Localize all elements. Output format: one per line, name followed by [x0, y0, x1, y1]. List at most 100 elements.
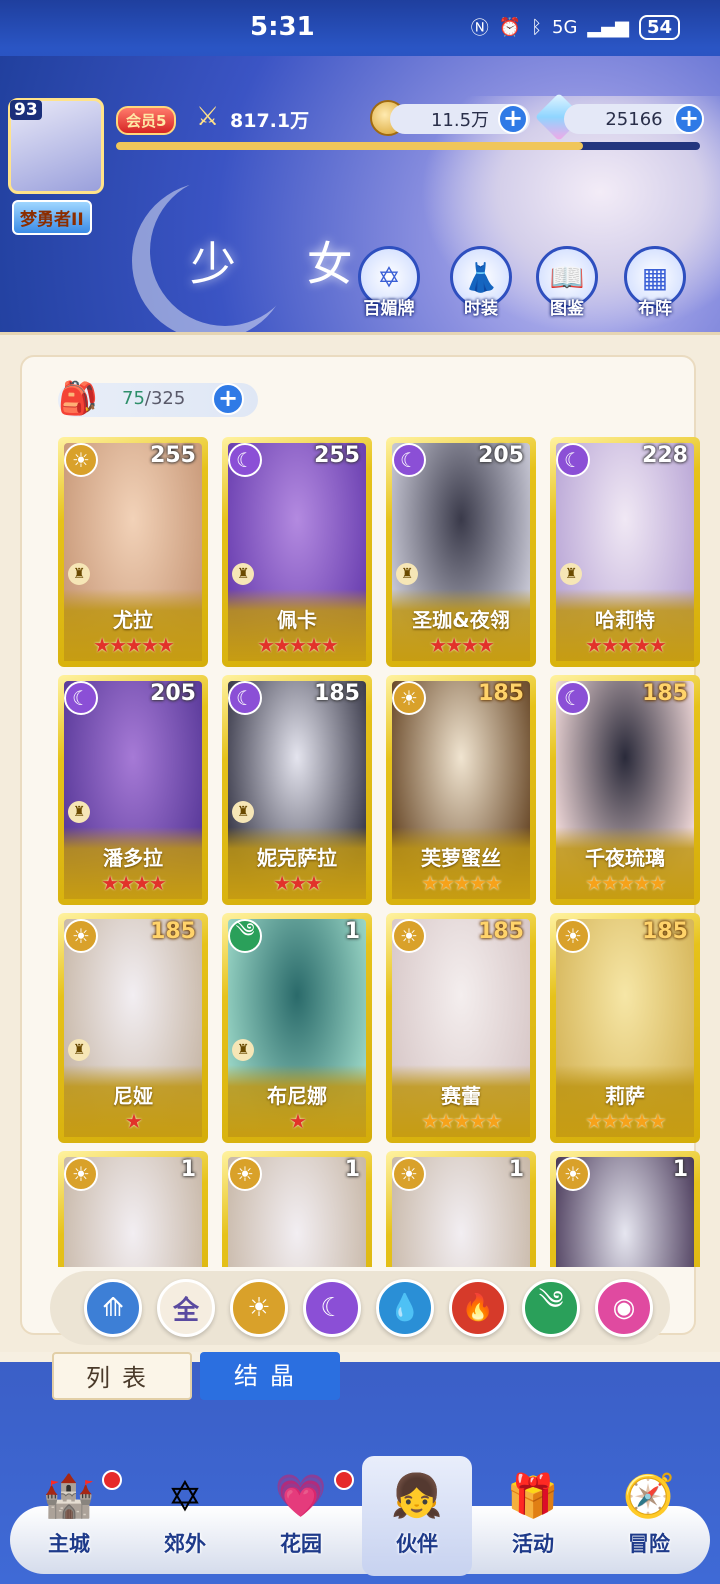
character-name: 妮克萨拉 [257, 846, 337, 870]
character-level: 185 [642, 681, 688, 706]
filter-moon[interactable]: ☾ [303, 1279, 361, 1337]
character-card[interactable]: ☾ 205 ♜ 圣珈&夜翎 ★★★★ [386, 437, 536, 667]
character-level: 228 [642, 443, 688, 468]
sun-element-icon: ☀ [556, 1157, 590, 1191]
character-card[interactable]: ☾ 185 ♜ 妮克萨拉 ★★★ [222, 675, 372, 905]
nav-item-3[interactable]: 👧 伙伴 [362, 1456, 472, 1576]
network-label: 5G [552, 16, 578, 38]
character-card[interactable]: ☀ 185 ♜ 尼娅 ★ [58, 913, 208, 1143]
status-time: 5:31 [250, 12, 315, 42]
character-card[interactable]: ☀ 255 ♜ 尤拉 ★★★★★ [58, 437, 208, 667]
sun-element-icon: ☀ [64, 919, 98, 953]
portal-icon: ✡ [167, 1471, 203, 1521]
wings-icon: ⟰ [102, 1293, 124, 1323]
notification-dot [102, 1470, 122, 1490]
capacity-current: 75 [122, 388, 145, 409]
sun-icon: ☀ [247, 1293, 271, 1323]
character-stars: ★★★★★ [421, 871, 503, 895]
nav-label: 郊外 [164, 1532, 206, 1556]
wind-element-icon: ༄ [228, 918, 262, 953]
character-name: 尼娅 [113, 1084, 153, 1108]
menu-gallery-label: 图鉴 [550, 299, 584, 319]
character-level: 185 [314, 681, 360, 706]
vip-badge[interactable]: 会员5 [116, 106, 177, 135]
character-card[interactable]: ☾ 185 千夜琉璃 ★★★★★ [550, 675, 700, 905]
expand-capacity-button[interactable]: + [212, 383, 244, 415]
bottom-navigation: 🏰 主城 ✡ 郊外 💗 花园 👧 伙伴 🎁 活动 🧭 冒险 [0, 1456, 720, 1584]
character-stars: ★★★★★ [257, 633, 339, 657]
partner-avatar-icon: 👧 [390, 1471, 444, 1520]
add-gold-button[interactable]: + [498, 104, 528, 134]
menu-card-label: 百媚牌 [363, 299, 415, 319]
character-grid[interactable]: ☀ 255 ♜ 尤拉 ★★★★★ ☾ 255 ♜ 佩卡 ★★★★★ ☾ 205 ♜ 圣珈&夜翎 ★★★★ ☾ 2… [58, 437, 702, 1267]
moon-element-icon: ☾ [64, 681, 98, 715]
character-card[interactable]: ☀ 1 [58, 1151, 208, 1267]
character-level: 1 [180, 1157, 196, 1182]
character-level: 205 [150, 681, 196, 706]
filter-fire[interactable]: 🔥 [449, 1279, 507, 1337]
role-rook-icon: ♜ [232, 1039, 254, 1061]
filter-wings[interactable]: ⟰ [84, 1279, 142, 1337]
sun-element-icon: ☀ [392, 919, 426, 953]
character-name: 佩卡 [277, 608, 317, 632]
character-card[interactable]: ☾ 205 ♜ 潘多拉 ★★★★ [58, 675, 208, 905]
moon-element-icon: ☾ [556, 681, 590, 715]
system-icons: Ⓝ ⏰ ᛒ 5G ▂▄▆ 54 [471, 14, 680, 40]
character-stars: ★★★★★ [93, 633, 175, 657]
role-rook-icon: ♜ [560, 563, 582, 585]
character-stars: ★ [125, 1109, 143, 1133]
nav-item-2[interactable]: 💗 花园 [246, 1456, 356, 1576]
player-level: 93 [10, 100, 42, 120]
filter-wind[interactable]: ༄ [522, 1279, 580, 1337]
character-stars: ★★★★ [101, 871, 167, 895]
character-stars: ★★★★★ [585, 1109, 667, 1133]
filter-water-drop[interactable]: 💧 [376, 1279, 434, 1337]
character-card[interactable]: ☀ 185 莉萨 ★★★★★ [550, 913, 700, 1143]
character-name: 赛蕾 [441, 1084, 481, 1108]
character-name: 圣珈&夜翎 [412, 608, 510, 632]
player-rank-badge: 梦勇者II [12, 200, 92, 235]
heart-garden-icon: 💗 [274, 1471, 328, 1520]
menu-formation-button[interactable]: ▦ 布阵 [612, 246, 698, 319]
moon-element-icon: ☾ [228, 681, 262, 715]
nav-label: 伙伴 [396, 1532, 438, 1556]
filter-sun[interactable]: ☀ [230, 1279, 288, 1337]
character-card[interactable]: ☀ 1 [550, 1151, 700, 1267]
experience-fill [116, 142, 584, 150]
sun-element-icon: ☀ [228, 1157, 262, 1191]
menu-outfit-button[interactable]: 👗 时装 [438, 246, 524, 319]
nav-item-5[interactable]: 🧭 冒险 [594, 1456, 704, 1576]
alarm-icon: ⏰ [498, 16, 522, 38]
character-card[interactable]: ☾ 255 ♜ 佩卡 ★★★★★ [222, 437, 372, 667]
character-card[interactable]: ☀ 1 [222, 1151, 372, 1267]
character-card[interactable]: ☀ 1 [386, 1151, 536, 1267]
filter-all[interactable]: 全 [157, 1279, 215, 1337]
nav-item-0[interactable]: 🏰 主城 [14, 1456, 124, 1576]
character-level: 1 [344, 919, 360, 944]
add-gem-button[interactable]: + [674, 104, 704, 134]
role-rook-icon: ♜ [68, 563, 90, 585]
menu-gallery-button[interactable]: 📖 图鉴 [524, 246, 610, 319]
character-card[interactable]: ☀ 185 赛蕾 ★★★★★ [386, 913, 536, 1143]
nav-item-1[interactable]: ✡ 郊外 [130, 1456, 240, 1576]
role-rook-icon: ♜ [232, 563, 254, 585]
menu-card-button[interactable]: ✡ 百媚牌 [346, 246, 432, 319]
wind-icon: ༄ [538, 1285, 564, 1316]
character-level: 205 [478, 443, 524, 468]
signal-icon: ▂▄▆ [587, 16, 629, 38]
filter-planet[interactable]: ◉ [595, 1279, 653, 1337]
nav-item-4[interactable]: 🎁 活动 [478, 1456, 588, 1576]
sword-power-icon: ⚔ [196, 102, 220, 132]
character-card[interactable]: ༄ 1 ♜ 布尼娜 ★ [222, 913, 372, 1143]
character-level: 255 [150, 443, 196, 468]
character-card[interactable]: ☀ 185 芙萝蜜丝 ★★★★★ [386, 675, 536, 905]
nfc-icon: Ⓝ [470, 18, 489, 39]
sun-element-icon: ☀ [64, 443, 98, 477]
moon-element-icon: ☾ [228, 443, 262, 477]
character-name: 千夜琉璃 [585, 846, 665, 870]
character-card[interactable]: ☾ 228 ♜ 哈莉特 ★★★★★ [550, 437, 700, 667]
sun-element-icon: ☀ [392, 681, 426, 715]
capacity-text: 75/325 [122, 388, 185, 409]
tab-list[interactable]: 列表 [52, 1352, 192, 1400]
tab-crystal[interactable]: 结晶 [200, 1352, 340, 1400]
